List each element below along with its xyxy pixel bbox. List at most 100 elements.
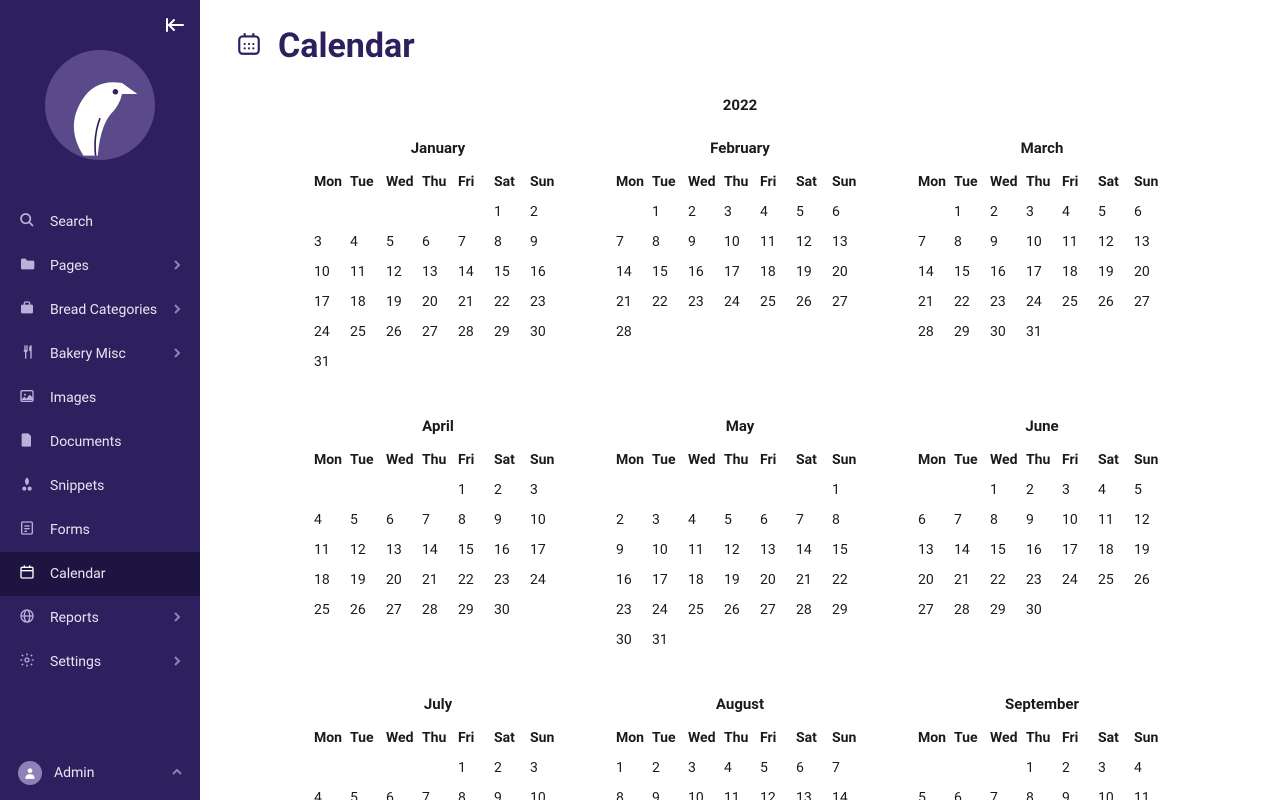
day-cell[interactable]: 16 xyxy=(988,257,1024,287)
day-cell[interactable]: 22 xyxy=(952,287,988,317)
day-cell[interactable]: 7 xyxy=(916,227,952,257)
day-cell[interactable]: 28 xyxy=(420,595,456,625)
day-cell[interactable]: 4 xyxy=(1132,753,1168,783)
day-cell[interactable]: 2 xyxy=(1024,475,1060,505)
day-cell[interactable]: 30 xyxy=(988,317,1024,347)
day-cell[interactable]: 3 xyxy=(722,197,758,227)
day-cell[interactable]: 16 xyxy=(1024,535,1060,565)
day-cell[interactable]: 10 xyxy=(528,505,564,535)
sidebar-item-bread-categories[interactable]: Bread Categories xyxy=(0,288,200,332)
day-cell[interactable]: 8 xyxy=(614,783,650,800)
day-cell[interactable]: 9 xyxy=(492,783,528,800)
day-cell[interactable]: 2 xyxy=(614,505,650,535)
day-cell[interactable]: 10 xyxy=(686,783,722,800)
day-cell[interactable]: 17 xyxy=(650,565,686,595)
day-cell[interactable]: 21 xyxy=(916,287,952,317)
day-cell[interactable]: 8 xyxy=(830,505,866,535)
day-cell[interactable]: 19 xyxy=(722,565,758,595)
day-cell[interactable]: 10 xyxy=(650,535,686,565)
day-cell[interactable]: 3 xyxy=(1096,753,1132,783)
day-cell[interactable]: 12 xyxy=(1132,505,1168,535)
day-cell[interactable]: 14 xyxy=(420,535,456,565)
day-cell[interactable]: 20 xyxy=(830,257,866,287)
day-cell[interactable]: 14 xyxy=(830,783,866,800)
day-cell[interactable]: 20 xyxy=(420,287,456,317)
day-cell[interactable]: 9 xyxy=(988,227,1024,257)
day-cell[interactable]: 12 xyxy=(722,535,758,565)
day-cell[interactable]: 15 xyxy=(830,535,866,565)
day-cell[interactable]: 6 xyxy=(794,753,830,783)
day-cell[interactable]: 2 xyxy=(528,197,564,227)
day-cell[interactable]: 9 xyxy=(614,535,650,565)
day-cell[interactable]: 24 xyxy=(650,595,686,625)
day-cell[interactable]: 10 xyxy=(528,783,564,800)
day-cell[interactable]: 6 xyxy=(384,783,420,800)
sidebar-item-search[interactable]: Search xyxy=(0,200,200,244)
day-cell[interactable]: 24 xyxy=(1060,565,1096,595)
day-cell[interactable]: 19 xyxy=(794,257,830,287)
day-cell[interactable]: 17 xyxy=(528,535,564,565)
day-cell[interactable]: 5 xyxy=(1132,475,1168,505)
sidebar-item-reports[interactable]: Reports xyxy=(0,596,200,640)
day-cell[interactable]: 6 xyxy=(830,197,866,227)
day-cell[interactable]: 12 xyxy=(1096,227,1132,257)
day-cell[interactable]: 7 xyxy=(794,505,830,535)
day-cell[interactable]: 11 xyxy=(1132,783,1168,800)
day-cell[interactable]: 29 xyxy=(456,595,492,625)
day-cell[interactable]: 28 xyxy=(614,317,650,347)
day-cell[interactable]: 15 xyxy=(456,535,492,565)
day-cell[interactable]: 3 xyxy=(1024,197,1060,227)
day-cell[interactable]: 21 xyxy=(456,287,492,317)
day-cell[interactable]: 6 xyxy=(758,505,794,535)
day-cell[interactable]: 5 xyxy=(348,783,384,800)
day-cell[interactable]: 20 xyxy=(384,565,420,595)
day-cell[interactable]: 25 xyxy=(758,287,794,317)
day-cell[interactable]: 11 xyxy=(722,783,758,800)
day-cell[interactable]: 8 xyxy=(952,227,988,257)
day-cell[interactable]: 12 xyxy=(348,535,384,565)
day-cell[interactable]: 28 xyxy=(952,595,988,625)
day-cell[interactable]: 4 xyxy=(312,783,348,800)
sidebar-item-images[interactable]: Images xyxy=(0,376,200,420)
day-cell[interactable]: 2 xyxy=(492,753,528,783)
day-cell[interactable]: 7 xyxy=(952,505,988,535)
day-cell[interactable]: 21 xyxy=(614,287,650,317)
day-cell[interactable]: 5 xyxy=(722,505,758,535)
day-cell[interactable]: 17 xyxy=(312,287,348,317)
day-cell[interactable]: 17 xyxy=(1024,257,1060,287)
day-cell[interactable]: 4 xyxy=(686,505,722,535)
day-cell[interactable]: 21 xyxy=(794,565,830,595)
day-cell[interactable]: 21 xyxy=(952,565,988,595)
day-cell[interactable]: 29 xyxy=(952,317,988,347)
day-cell[interactable]: 9 xyxy=(686,227,722,257)
day-cell[interactable]: 29 xyxy=(988,595,1024,625)
day-cell[interactable]: 24 xyxy=(1024,287,1060,317)
day-cell[interactable]: 11 xyxy=(758,227,794,257)
day-cell[interactable]: 15 xyxy=(952,257,988,287)
day-cell[interactable]: 6 xyxy=(952,783,988,800)
day-cell[interactable]: 22 xyxy=(456,565,492,595)
day-cell[interactable]: 3 xyxy=(650,505,686,535)
day-cell[interactable]: 2 xyxy=(686,197,722,227)
day-cell[interactable]: 4 xyxy=(348,227,384,257)
day-cell[interactable]: 11 xyxy=(348,257,384,287)
day-cell[interactable]: 27 xyxy=(384,595,420,625)
day-cell[interactable]: 1 xyxy=(952,197,988,227)
day-cell[interactable]: 6 xyxy=(384,505,420,535)
day-cell[interactable]: 23 xyxy=(988,287,1024,317)
day-cell[interactable]: 14 xyxy=(456,257,492,287)
day-cell[interactable]: 31 xyxy=(650,625,686,655)
sidebar-item-bakery-misc[interactable]: Bakery Misc xyxy=(0,332,200,376)
day-cell[interactable]: 13 xyxy=(420,257,456,287)
day-cell[interactable]: 7 xyxy=(830,753,866,783)
day-cell[interactable]: 19 xyxy=(384,287,420,317)
day-cell[interactable]: 23 xyxy=(614,595,650,625)
day-cell[interactable]: 30 xyxy=(614,625,650,655)
day-cell[interactable]: 11 xyxy=(686,535,722,565)
day-cell[interactable]: 7 xyxy=(988,783,1024,800)
day-cell[interactable]: 3 xyxy=(686,753,722,783)
day-cell[interactable]: 30 xyxy=(492,595,528,625)
day-cell[interactable]: 29 xyxy=(830,595,866,625)
day-cell[interactable]: 12 xyxy=(384,257,420,287)
day-cell[interactable]: 6 xyxy=(916,505,952,535)
